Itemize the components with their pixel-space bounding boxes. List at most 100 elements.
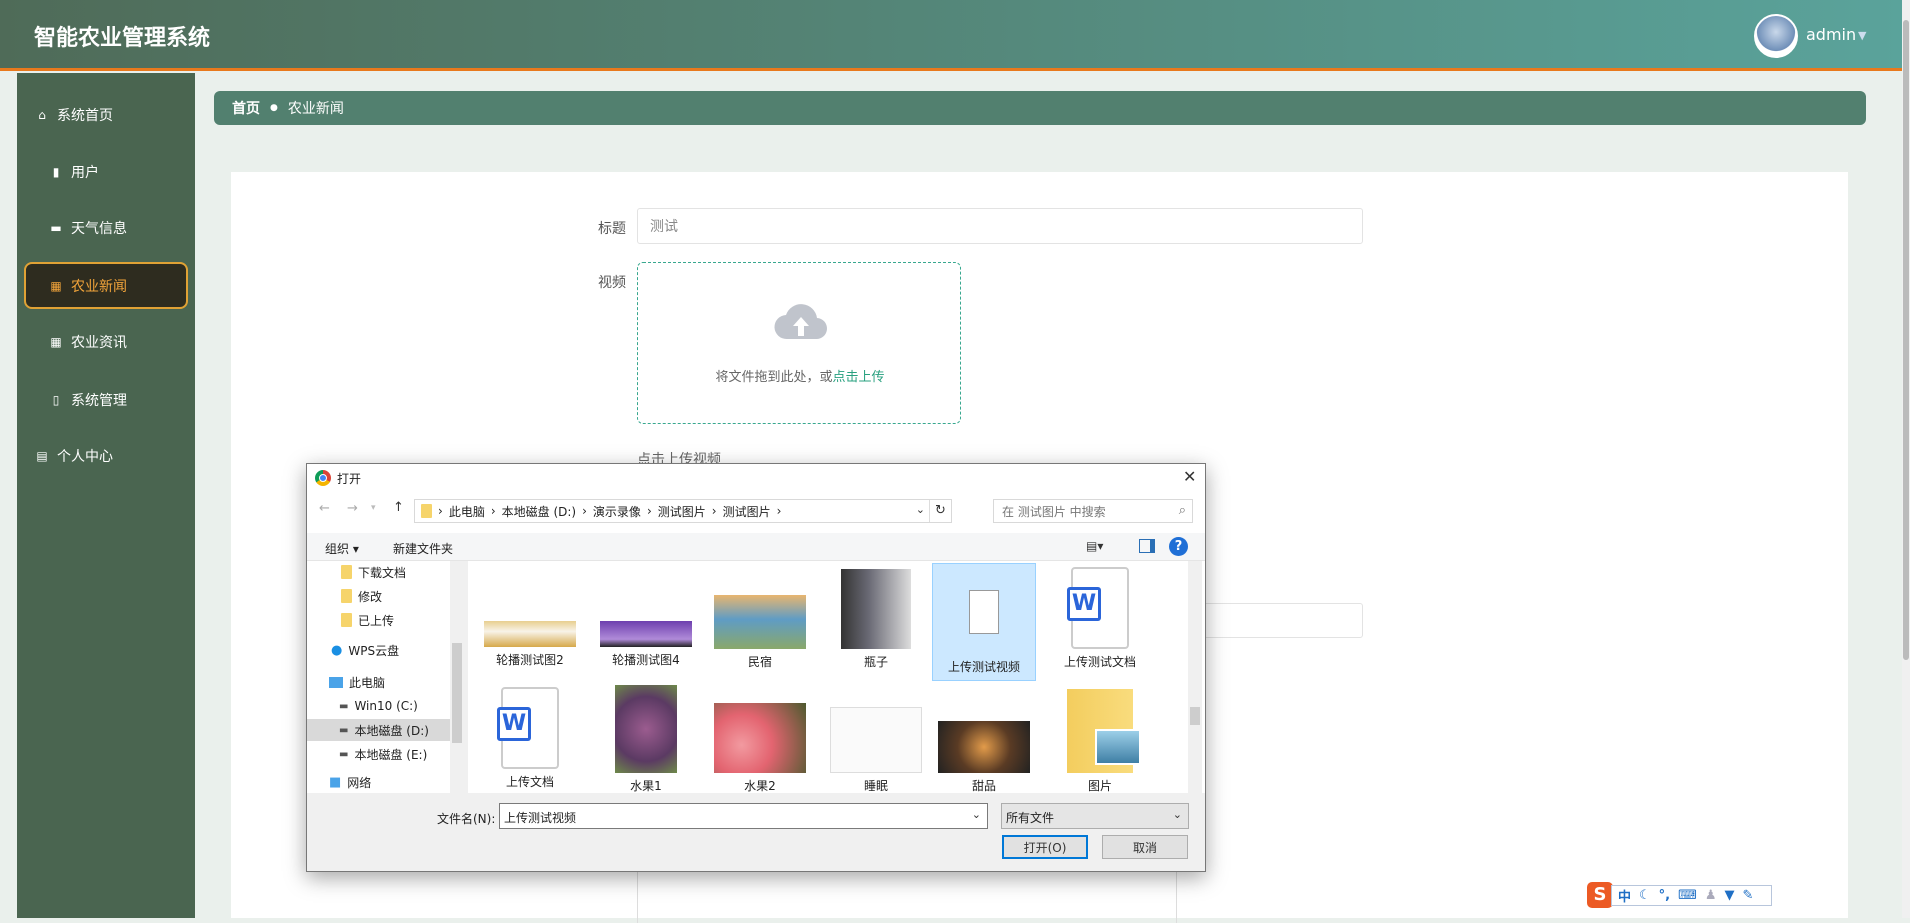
close-icon[interactable]: ✕ (1183, 467, 1196, 486)
nav-scrollbar[interactable] (450, 561, 464, 793)
preview-pane-icon[interactable] (1139, 539, 1155, 553)
cloud-icon: ● (331, 642, 343, 658)
sidebar-item-users[interactable]: ▮ 用户 (17, 152, 195, 192)
file-item[interactable]: 睡眠 (824, 707, 928, 793)
chevron-down-icon[interactable]: ⌄ (916, 503, 925, 516)
upload-cloud-icon (774, 304, 828, 340)
path-segment[interactable]: 演示录像 (593, 503, 641, 520)
word-doc-icon: W (497, 687, 559, 769)
file-item[interactable]: 瓶子 (824, 569, 928, 670)
path-segment[interactable]: 测试图片 (658, 503, 706, 520)
calendar-icon: ▤ (36, 449, 48, 463)
word-doc-icon: W (1067, 567, 1129, 649)
nav-drive-d[interactable]: ▬ 本地磁盘 (D:) (307, 719, 450, 741)
nav-drive-e[interactable]: ▬ 本地磁盘 (E:) (339, 743, 427, 765)
breadcrumb-current: 农业新闻 (287, 101, 344, 117)
skin-shirt-icon[interactable]: ▼ (1725, 888, 1735, 903)
bar-chart-icon: ▮ (52, 165, 60, 179)
refresh-icon[interactable]: ↻ (929, 500, 951, 522)
nav-folder[interactable]: 已上传 (341, 609, 394, 631)
content-scrollbar[interactable] (1188, 561, 1202, 793)
filename-label: 文件名(N): (437, 812, 496, 826)
file-item[interactable]: 水果2 (708, 703, 812, 793)
moon-icon[interactable]: ☾ (1639, 888, 1651, 903)
clipboard-icon: ▯ (52, 393, 60, 407)
file-item[interactable]: 民宿 (708, 595, 812, 670)
address-bar[interactable]: › 此电脑 › 本地磁盘 (D:) › 演示录像 › 测试图片 › 测试图片 › ⌄ ↻ (414, 499, 952, 523)
app-title: 智能农业管理系统 (34, 26, 211, 51)
nav-folder[interactable]: 修改 (341, 585, 382, 607)
folder-icon (421, 504, 432, 518)
filetype-select[interactable]: 所有文件 ⌄ (1001, 803, 1189, 829)
breadcrumb-home[interactable]: 首页 (232, 98, 260, 118)
dialog-toolbar: 组织 ▾ 新建文件夹 ▤▾ ? (307, 533, 1205, 561)
filename-input[interactable]: 上传测试视频 ⌄ (499, 803, 988, 829)
nav-this-pc[interactable]: 此电脑 (329, 671, 385, 693)
page-scrollbar[interactable] (1902, 0, 1910, 918)
folder-icon (341, 565, 352, 579)
drive-icon: ▬ (339, 724, 349, 736)
sidebar-item-agri-news[interactable]: ▦ 农业新闻 (24, 262, 188, 309)
grid-icon: ▦ (50, 278, 62, 293)
punctuation-icon[interactable]: °, (1659, 888, 1670, 903)
video-label: 视频 (598, 275, 626, 291)
caret-down-icon[interactable]: ▼ (1858, 29, 1866, 42)
address-row: ← → ▾ ↑ › 此电脑 › 本地磁盘 (D:) › 演示录像 › 测试图片 › 测试图… (307, 491, 1205, 533)
cancel-button[interactable]: 取消 (1102, 835, 1188, 859)
organize-menu[interactable]: 组织 ▾ (325, 540, 359, 557)
sidebar-item-weather[interactable]: ▬ 天气信息 (17, 208, 195, 248)
file-item[interactable]: W 上传文档 (478, 687, 582, 790)
search-input[interactable]: 在 测试图片 中搜索 ⌕ (993, 499, 1193, 523)
ime-lang-toggle[interactable]: 中 (1618, 886, 1631, 905)
navigation-pane: 下载文档 修改 已上传 ● WPS云盘 此电脑 ▬ Win10 (C:) ▬ 本地磁盘… (307, 561, 464, 793)
user-icon[interactable]: ♟ (1705, 888, 1717, 903)
file-item[interactable]: 轮播测试图4 (594, 621, 698, 668)
recent-caret-icon[interactable]: ▾ (371, 503, 376, 513)
click-upload-link[interactable]: 点击上传 (833, 370, 885, 385)
help-icon[interactable]: ? (1169, 537, 1188, 556)
chevron-down-icon: ⌄ (1172, 808, 1182, 821)
wrench-icon[interactable]: ✎ (1743, 888, 1754, 903)
file-item[interactable]: 轮播测试图2 (478, 621, 582, 668)
nav-network[interactable]: ■ 网络 (329, 771, 371, 793)
title-input[interactable]: 测试 (637, 208, 1363, 244)
chrome-icon (315, 470, 331, 486)
sidebar-item-agri-info[interactable]: ▦ 农业资讯 (17, 322, 195, 362)
path-segment[interactable]: 本地磁盘 (D:) (502, 503, 576, 520)
nav-drive-c[interactable]: ▬ Win10 (C:) (339, 695, 418, 717)
keyboard-icon[interactable]: ⌨ (1678, 888, 1697, 903)
drive-icon: ▬ (339, 748, 349, 760)
file-item[interactable]: 水果1 (594, 685, 698, 793)
view-options-icon[interactable]: ▤▾ (1086, 539, 1110, 553)
file-open-dialog: 打开 ✕ ← → ▾ ↑ › 此电脑 › 本地磁盘 (D:) › 演示录像 › 测试图片… (306, 463, 1206, 872)
folder-icon (341, 589, 352, 603)
sidebar-item-label: 农业新闻 (71, 278, 127, 295)
file-list: 轮播测试图2 轮播测试图4 民宿 瓶子 上传测试视频 W 上传测试文档 W 上传文档… (468, 561, 1205, 793)
sidebar-item-home[interactable]: ⌂ 系统首页 (17, 95, 195, 135)
sidebar-item-label: 天气信息 (71, 221, 127, 237)
file-item-selected[interactable]: 上传测试视频 (932, 563, 1036, 681)
ime-toolbar: S 中 ☾ °, ⌨ ♟ ▼ ✎ (1587, 882, 1772, 908)
path-segment[interactable]: 此电脑 (449, 503, 485, 520)
sidebar-item-system[interactable]: ▯ 系统管理 (17, 380, 195, 420)
avatar[interactable] (1754, 14, 1798, 58)
forward-arrow-icon[interactable]: → (347, 501, 358, 516)
dialog-title: 打开 (337, 472, 362, 486)
nav-wps-cloud[interactable]: ● WPS云盘 (331, 639, 399, 661)
nav-folder[interactable]: 下载文档 (341, 561, 406, 583)
user-menu[interactable]: admin (1806, 25, 1856, 44)
file-item[interactable]: 甜品 (932, 721, 1036, 793)
open-button[interactable]: 打开(O) (1002, 835, 1088, 859)
dot-separator-icon: ● (270, 103, 278, 113)
new-folder-button[interactable]: 新建文件夹 (393, 540, 453, 557)
sidebar-item-profile[interactable]: ▤ 个人中心 (17, 436, 195, 476)
text-input[interactable] (1200, 603, 1363, 638)
file-item[interactable]: W 上传测试文档 (1048, 567, 1152, 670)
file-item[interactable]: 图片 (1048, 689, 1152, 793)
path-segment[interactable]: 测试图片 (723, 503, 771, 520)
sogou-logo-icon[interactable]: S (1587, 882, 1613, 908)
ticket-icon: ▬ (50, 221, 62, 235)
back-arrow-icon[interactable]: ← (319, 501, 330, 516)
video-upload-dropzone[interactable]: 将文件拖到此处，或点击上传 (637, 262, 961, 424)
up-arrow-icon[interactable]: ↑ (393, 500, 404, 515)
